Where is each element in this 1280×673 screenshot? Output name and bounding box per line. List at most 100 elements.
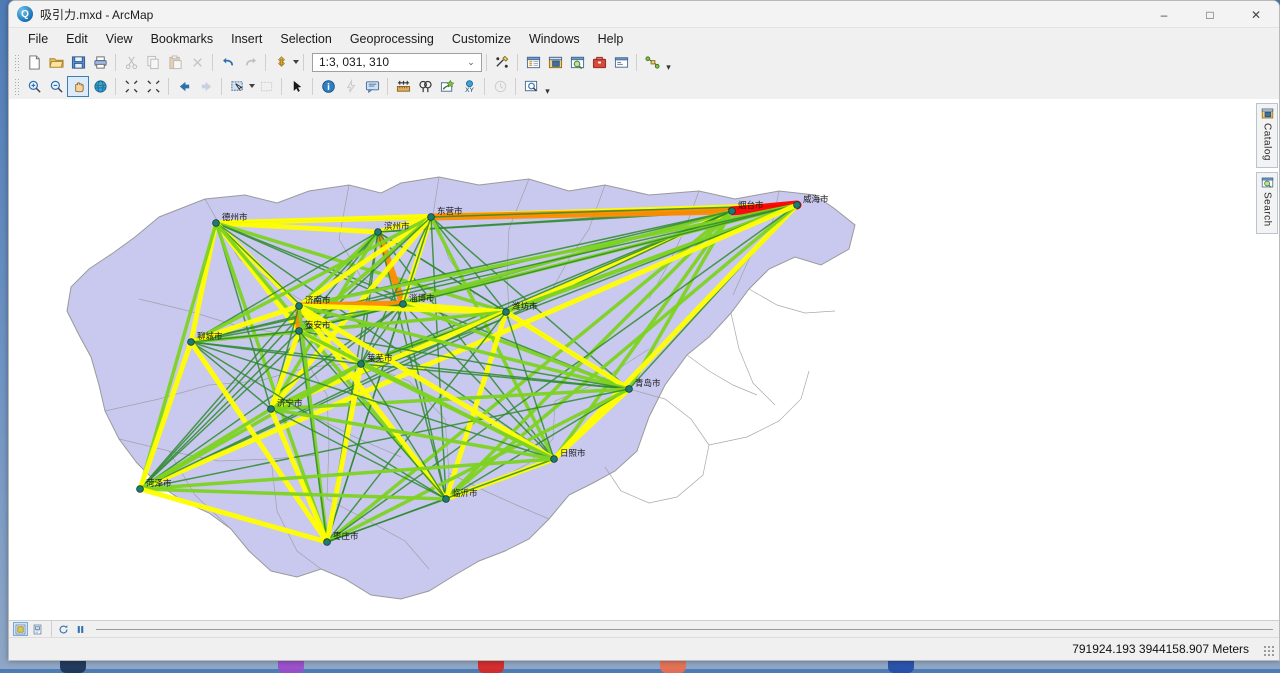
city-marker-icon	[212, 219, 220, 227]
city-label: 济宁市	[277, 398, 303, 409]
city-marker-icon	[136, 485, 144, 493]
select-features-icon[interactable]	[226, 76, 248, 97]
identify-icon[interactable]	[317, 76, 339, 97]
delete-icon[interactable]	[186, 52, 208, 73]
measure-icon[interactable]	[392, 76, 414, 97]
arctoolbox-icon[interactable]	[588, 52, 610, 73]
data-view-icon[interactable]	[13, 622, 28, 636]
chevron-down-icon[interactable]: ⌄	[463, 57, 479, 68]
map-panel: 德州市 滨州市 东营市 烟台市 威海市 淄博市 潍坊市 青岛市 济南市 泰安市 莱芜市 聊城市 济宁市日…	[9, 99, 1279, 638]
city-marker-icon	[502, 308, 510, 316]
create-viewer-icon[interactable]	[520, 76, 542, 97]
toolbar-separator	[115, 53, 116, 71]
toolbar-separator	[486, 53, 487, 71]
standard-toolbar: 1:3, 031, 310 ⌄ ▾	[9, 50, 1279, 74]
dock-tab-catalog[interactable]: Catalog	[1256, 103, 1278, 168]
city-marker-icon	[323, 538, 331, 546]
city-marker-icon	[295, 302, 303, 310]
find-icon[interactable]	[414, 76, 436, 97]
fixed-zoom-out-icon[interactable]	[142, 76, 164, 97]
open-icon[interactable]	[45, 52, 67, 73]
editor-toolbar-icon[interactable]	[491, 52, 513, 73]
close-button[interactable]: ✕	[1233, 1, 1279, 28]
city-label: 潍坊市	[512, 301, 538, 312]
menu-help[interactable]: Help	[589, 29, 633, 49]
dock-tab-search[interactable]: Search	[1256, 171, 1278, 234]
go-to-xy-icon[interactable]: XY	[458, 76, 480, 97]
fixed-zoom-in-icon[interactable]	[120, 76, 142, 97]
toolbar-overflow-button[interactable]: ▾	[663, 52, 674, 73]
maximize-button[interactable]: □	[1187, 1, 1233, 28]
new-map-icon[interactable]	[23, 52, 45, 73]
toolbar-separator	[387, 77, 388, 95]
window-controls: – □ ✕	[1141, 1, 1279, 28]
html-popup-icon[interactable]	[361, 76, 383, 97]
status-bar: 791924.193 3944158.907 Meters	[9, 637, 1279, 660]
toolbar-grip[interactable]	[14, 77, 20, 95]
layout-view-icon[interactable]	[30, 622, 45, 636]
city-label: 烟台市	[738, 200, 764, 211]
time-slider-icon[interactable]	[489, 76, 511, 97]
city-label: 威海市	[803, 194, 829, 205]
go-back-icon[interactable]	[173, 76, 195, 97]
dock-tab-label: Search	[1261, 191, 1273, 227]
toolbar-overflow-button[interactable]: ▾	[542, 76, 553, 97]
toolbar-separator	[51, 620, 52, 638]
toolbar-separator	[312, 77, 313, 95]
map-scale-value: 1:3, 031, 310	[319, 55, 390, 69]
copy-icon[interactable]	[142, 52, 164, 73]
menu-view[interactable]: View	[97, 29, 142, 49]
menu-windows[interactable]: Windows	[520, 29, 589, 49]
menu-selection[interactable]: Selection	[271, 29, 340, 49]
redo-icon[interactable]	[239, 52, 261, 73]
city-marker-icon	[399, 300, 407, 308]
catalog-icon[interactable]	[544, 52, 566, 73]
tools-toolbar: XY ▾	[9, 74, 1279, 98]
right-dock: Catalog Search	[1255, 99, 1279, 629]
menu-insert[interactable]: Insert	[222, 29, 271, 49]
arcmap-logo-icon: Q	[17, 6, 33, 22]
add-data-icon[interactable]	[270, 52, 292, 73]
select-elements-icon[interactable]	[286, 76, 308, 97]
search-icon[interactable]	[566, 52, 588, 73]
menu-edit[interactable]: Edit	[57, 29, 97, 49]
clear-selection-icon[interactable]	[255, 76, 277, 97]
paste-icon[interactable]	[164, 52, 186, 73]
city-marker-icon	[625, 385, 633, 393]
menu-bookmarks[interactable]: Bookmarks	[142, 29, 223, 49]
toolbar-separator	[115, 77, 116, 95]
hyperlink-icon[interactable]	[339, 76, 361, 97]
window-title: 吸引力.mxd - ArcMap	[40, 7, 154, 22]
table-of-contents-icon[interactable]	[522, 52, 544, 73]
zoom-out-icon[interactable]	[45, 76, 67, 97]
menu-file[interactable]: File	[19, 29, 57, 49]
refresh-icon[interactable]	[56, 622, 71, 636]
python-window-icon[interactable]	[610, 52, 632, 73]
pan-icon[interactable]	[67, 75, 89, 97]
undo-icon[interactable]	[217, 52, 239, 73]
resize-grip[interactable]	[1263, 645, 1275, 657]
toolbar-separator	[303, 53, 304, 71]
catalog-icon	[1261, 108, 1273, 119]
minimize-button[interactable]: –	[1141, 1, 1187, 28]
map-canvas[interactable]: 德州市 滨州市 东营市 烟台市 威海市 淄博市 潍坊市 青岛市 济南市 泰安市 莱芜市 聊城市 济宁市日…	[9, 99, 1279, 620]
add-data-dropdown-icon[interactable]	[293, 60, 299, 64]
city-label: 滨州市	[384, 221, 410, 232]
find-route-icon[interactable]	[436, 76, 458, 97]
map-scale-combo[interactable]: 1:3, 031, 310 ⌄	[312, 52, 482, 72]
save-icon[interactable]	[67, 52, 89, 73]
toolbar-grip[interactable]	[14, 53, 20, 71]
cut-icon[interactable]	[120, 52, 142, 73]
print-icon[interactable]	[89, 52, 111, 73]
zoom-in-icon[interactable]	[23, 76, 45, 97]
city-label: 菏泽市	[146, 478, 172, 489]
city-label: 济南市	[305, 295, 331, 306]
full-extent-icon[interactable]	[89, 76, 111, 97]
menu-customize[interactable]: Customize	[443, 29, 520, 49]
model-builder-icon[interactable]	[641, 52, 663, 73]
map-hscrollbar[interactable]	[96, 624, 1273, 634]
toolbar-separator	[168, 77, 169, 95]
menu-geoprocessing[interactable]: Geoprocessing	[341, 29, 443, 49]
pause-drawing-icon[interactable]	[73, 622, 88, 636]
go-forward-icon[interactable]	[195, 76, 217, 97]
